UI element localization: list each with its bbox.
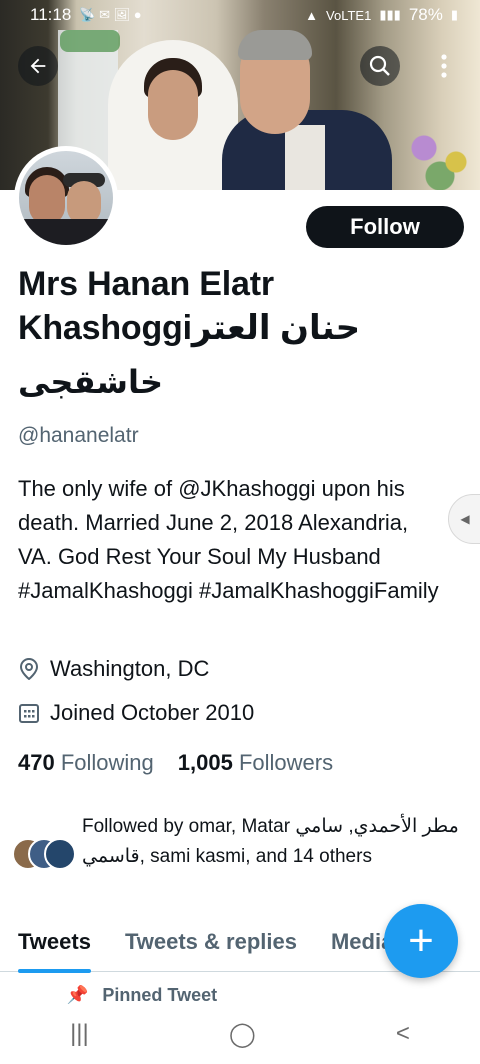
followers-count: 1,005	[177, 750, 233, 775]
back-nav-button[interactable]: <	[396, 1020, 410, 1048]
follow-button[interactable]: Follow	[306, 206, 464, 248]
follow-stats: 470 Following 1,005 Followers	[18, 750, 333, 776]
system-nav-bar: ||| ◯ <	[0, 1004, 480, 1064]
location-text: Washington, DC	[50, 656, 210, 681]
battery-icon: ▮	[450, 7, 458, 22]
search-button[interactable]	[360, 46, 400, 86]
location-row: Washington, DC	[18, 656, 209, 682]
more-options-button[interactable]	[424, 46, 464, 86]
compose-tweet-button[interactable]: +	[384, 904, 458, 978]
display-name-line3: خاشقجى	[18, 364, 164, 400]
user-handle: @hananelatr	[18, 424, 139, 447]
calendar-icon	[18, 702, 40, 724]
network-label: VoLTE1	[326, 7, 372, 23]
more-vertical-icon	[441, 54, 447, 78]
wifi-icon: ▲	[305, 7, 319, 23]
followed-by-avatars	[12, 838, 76, 870]
followed-by-section[interactable]: Followed by omar, Matar مطر الأحمدي, سام…	[12, 812, 462, 892]
following-link[interactable]: 470 Following	[18, 750, 154, 776]
chevron-left-icon: ◀	[460, 512, 470, 526]
followers-label: Followers	[238, 750, 334, 775]
status-time: 11:18	[30, 5, 72, 24]
display-name: Mrs Hanan Elatr Khashoggiحنان العتر	[18, 262, 458, 350]
profile-bio: The only wife of @JKhashoggi upon his de…	[18, 476, 439, 603]
pin-icon: 📌	[66, 984, 89, 1005]
followers-link[interactable]: 1,005 Followers	[178, 750, 333, 776]
home-button[interactable]: ◯	[229, 1020, 256, 1049]
recent-apps-button[interactable]: |||	[70, 1020, 89, 1048]
tab-tweets-replies[interactable]: Tweets & replies	[125, 912, 297, 972]
back-button[interactable]	[18, 46, 58, 86]
pinned-label: Pinned Tweet	[102, 984, 218, 1005]
joined-text: Joined October 2010	[50, 700, 255, 725]
following-label: Following	[60, 750, 154, 775]
battery-percent: 78%	[408, 5, 443, 24]
display-name-line2: Khashoggiحنان العتر	[18, 309, 361, 347]
location-pin-icon	[18, 658, 40, 680]
tab-tweets[interactable]: Tweets	[18, 912, 91, 973]
following-count: 470	[18, 750, 55, 775]
signal-icon: ▮▮▮	[379, 7, 401, 22]
followed-by-text: Followed by omar, Matar مطر الأحمدي, سام…	[82, 816, 459, 867]
search-icon	[369, 55, 390, 76]
joined-row: Joined October 2010	[18, 700, 254, 726]
display-name-line1: Mrs Hanan Elatr	[18, 265, 274, 303]
edge-panel-handle[interactable]: ◀	[448, 494, 480, 544]
notification-icons: 📡 ✉ 🖼 ●	[79, 7, 142, 22]
status-bar: 11:18 📡 ✉ 🖼 ● ▲ VoLTE1 ▮▮▮ 78% ▮	[0, 0, 480, 30]
profile-avatar[interactable]	[14, 146, 118, 250]
avatar	[44, 838, 76, 870]
arrow-left-icon	[30, 58, 46, 74]
